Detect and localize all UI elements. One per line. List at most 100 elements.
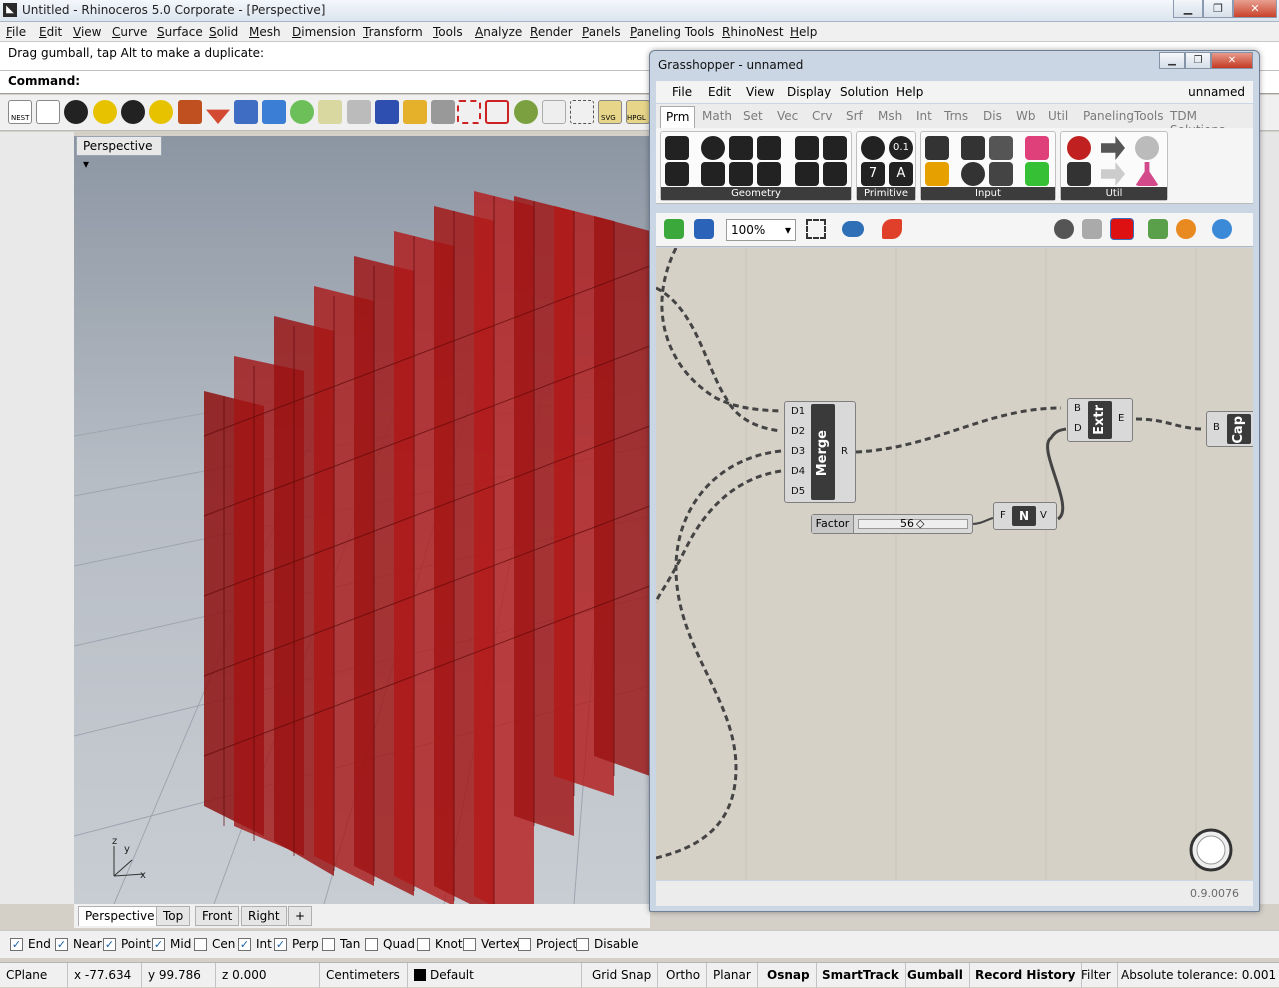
param-number-icon[interactable]: 0.1: [889, 136, 913, 160]
material-icon[interactable]: [1176, 219, 1196, 239]
gh-tab-prm[interactable]: Prm: [660, 106, 696, 128]
zoom-extents-icon[interactable]: [806, 219, 826, 239]
menu-mesh[interactable]: Mesh: [249, 25, 281, 39]
gh-menu-display[interactable]: Display: [787, 85, 831, 99]
ribbon-label-util[interactable]: Util: [1061, 187, 1167, 200]
checkbox-end[interactable]: ✓: [10, 937, 23, 951]
checkbox-vertex[interactable]: [463, 937, 476, 951]
bold-b-icon[interactable]: [542, 100, 566, 124]
menu-tools[interactable]: Tools: [433, 25, 463, 39]
extr-output-e[interactable]: E: [1118, 413, 1124, 424]
cloud-icon[interactable]: [290, 100, 314, 124]
preview-selected-icon[interactable]: [1110, 218, 1134, 240]
toggle-ortho[interactable]: Ortho: [660, 963, 708, 988]
menu-surface[interactable]: Surface: [157, 25, 203, 39]
preview-wire-icon[interactable]: [1054, 219, 1074, 239]
ribbon-label-primitive[interactable]: Primitive: [857, 187, 915, 200]
dashed-rect-icon[interactable]: [570, 100, 594, 124]
gh-maximize-button[interactable]: ❐: [1185, 52, 1211, 69]
osnap-knot[interactable]: Knot: [417, 937, 463, 951]
tab-front[interactable]: Front: [195, 906, 240, 926]
curves-icon[interactable]: [318, 100, 342, 124]
input-toggle-icon[interactable]: [961, 136, 985, 160]
param-boolean-icon[interactable]: [861, 136, 885, 160]
factor-slider[interactable]: Factor 56 ◇: [811, 514, 973, 534]
gh-tab-int[interactable]: Int: [916, 109, 932, 123]
extr-input-b[interactable]: B: [1074, 403, 1081, 414]
arrow-select-icon[interactable]: [347, 100, 371, 124]
menu-paneling-tools[interactable]: Paneling Tools: [630, 25, 714, 39]
checkbox-tan[interactable]: [322, 937, 335, 951]
menu-panels[interactable]: Panels: [582, 25, 621, 39]
status-units[interactable]: Centimeters: [320, 963, 408, 988]
gh-tab-msh[interactable]: Msh: [878, 109, 902, 123]
input-swatch-icon[interactable]: [1025, 162, 1049, 186]
param-curve-icon[interactable]: [701, 162, 725, 186]
osnap-disable[interactable]: Disable: [576, 937, 639, 951]
toggle-record-history[interactable]: Record History: [969, 963, 1083, 988]
param-brep-icon[interactable]: [795, 136, 819, 160]
chevron-down-icon[interactable]: ▾: [83, 157, 89, 171]
gh-tab-trns[interactable]: Trns: [944, 109, 968, 123]
menu-analyze[interactable]: Analyze: [475, 25, 522, 39]
checkbox-near[interactable]: ✓: [55, 937, 68, 951]
merge-input-d1[interactable]: D1: [791, 406, 805, 417]
checkbox-project[interactable]: [518, 937, 531, 951]
tab-top[interactable]: Top: [156, 906, 191, 926]
nest-icon[interactable]: NEST: [8, 100, 32, 124]
box-icon[interactable]: [262, 100, 286, 124]
param-box-icon[interactable]: [757, 136, 781, 160]
merge-input-d3[interactable]: D3: [791, 446, 805, 457]
save-file-icon[interactable]: [694, 219, 714, 239]
osnap-cen[interactable]: Cen: [194, 937, 235, 951]
selection-rect-icon[interactable]: [457, 100, 481, 124]
save-svg-icon[interactable]: SVG: [598, 100, 622, 124]
toggle-filter[interactable]: Filter: [1075, 963, 1118, 988]
extr-input-d[interactable]: D: [1074, 423, 1082, 434]
param-vector-icon[interactable]: [665, 162, 689, 186]
document-icon[interactable]: [36, 100, 60, 124]
minimize-button[interactable]: ▁: [1173, 0, 1203, 18]
menu-solid[interactable]: Solid: [209, 25, 238, 39]
checkbox-quad[interactable]: [365, 937, 378, 951]
input-button-icon[interactable]: [961, 162, 985, 186]
input-graph-icon[interactable]: [925, 162, 949, 186]
viewport-title[interactable]: Perspective ▾: [76, 136, 162, 171]
status-layer[interactable]: Default: [408, 963, 582, 988]
osnap-int[interactable]: ✓ Int: [238, 937, 272, 951]
toggle-gumball[interactable]: Gumball: [901, 963, 970, 988]
chain-icon[interactable]: [431, 100, 455, 124]
gh-tab-util[interactable]: Util: [1048, 109, 1068, 123]
vector-output-v[interactable]: V: [1040, 510, 1047, 521]
checkbox-knot[interactable]: [417, 937, 430, 951]
gh-tab-srf[interactable]: Srf: [846, 109, 863, 123]
checkbox-cen[interactable]: [194, 937, 207, 951]
maximize-button[interactable]: ❐: [1203, 0, 1233, 18]
open-file-icon[interactable]: [664, 219, 684, 239]
param-text-icon[interactable]: A: [889, 162, 913, 186]
checkbox-int[interactable]: ✓: [238, 937, 251, 951]
toggle-planar[interactable]: Planar: [707, 963, 758, 988]
cap-component[interactable]: B Cap: [1206, 411, 1253, 447]
menu-curve[interactable]: Curve: [112, 25, 147, 39]
gh-close-button[interactable]: ✕: [1211, 52, 1253, 69]
checkbox-point[interactable]: ✓: [103, 937, 116, 951]
point-one-two-icon[interactable]: [64, 100, 88, 124]
merge-component[interactable]: D1 D2 D3 D4 D5 Merge R: [784, 401, 856, 503]
util-flask-icon[interactable]: [1135, 162, 1159, 186]
osnap-quad[interactable]: Quad: [365, 937, 415, 951]
checkbox-mid[interactable]: ✓: [152, 937, 165, 951]
gh-tab-crv[interactable]: Crv: [812, 109, 832, 123]
gh-menu-view[interactable]: View: [746, 85, 774, 99]
tab-perspective[interactable]: Perspective: [78, 906, 162, 926]
param-circle-icon[interactable]: [701, 136, 725, 160]
unit-vector-component[interactable]: F N V: [993, 502, 1057, 530]
osnap-project[interactable]: Project: [518, 937, 577, 951]
merge-input-d5[interactable]: D5: [791, 486, 805, 497]
menu-render[interactable]: Render: [530, 25, 573, 39]
menu-help[interactable]: Help: [790, 25, 817, 39]
gh-menu-help[interactable]: Help: [896, 85, 923, 99]
osnap-mid[interactable]: ✓ Mid: [152, 937, 191, 951]
menu-transform[interactable]: Transform: [363, 25, 423, 39]
bake-icon[interactable]: [1148, 219, 1168, 239]
